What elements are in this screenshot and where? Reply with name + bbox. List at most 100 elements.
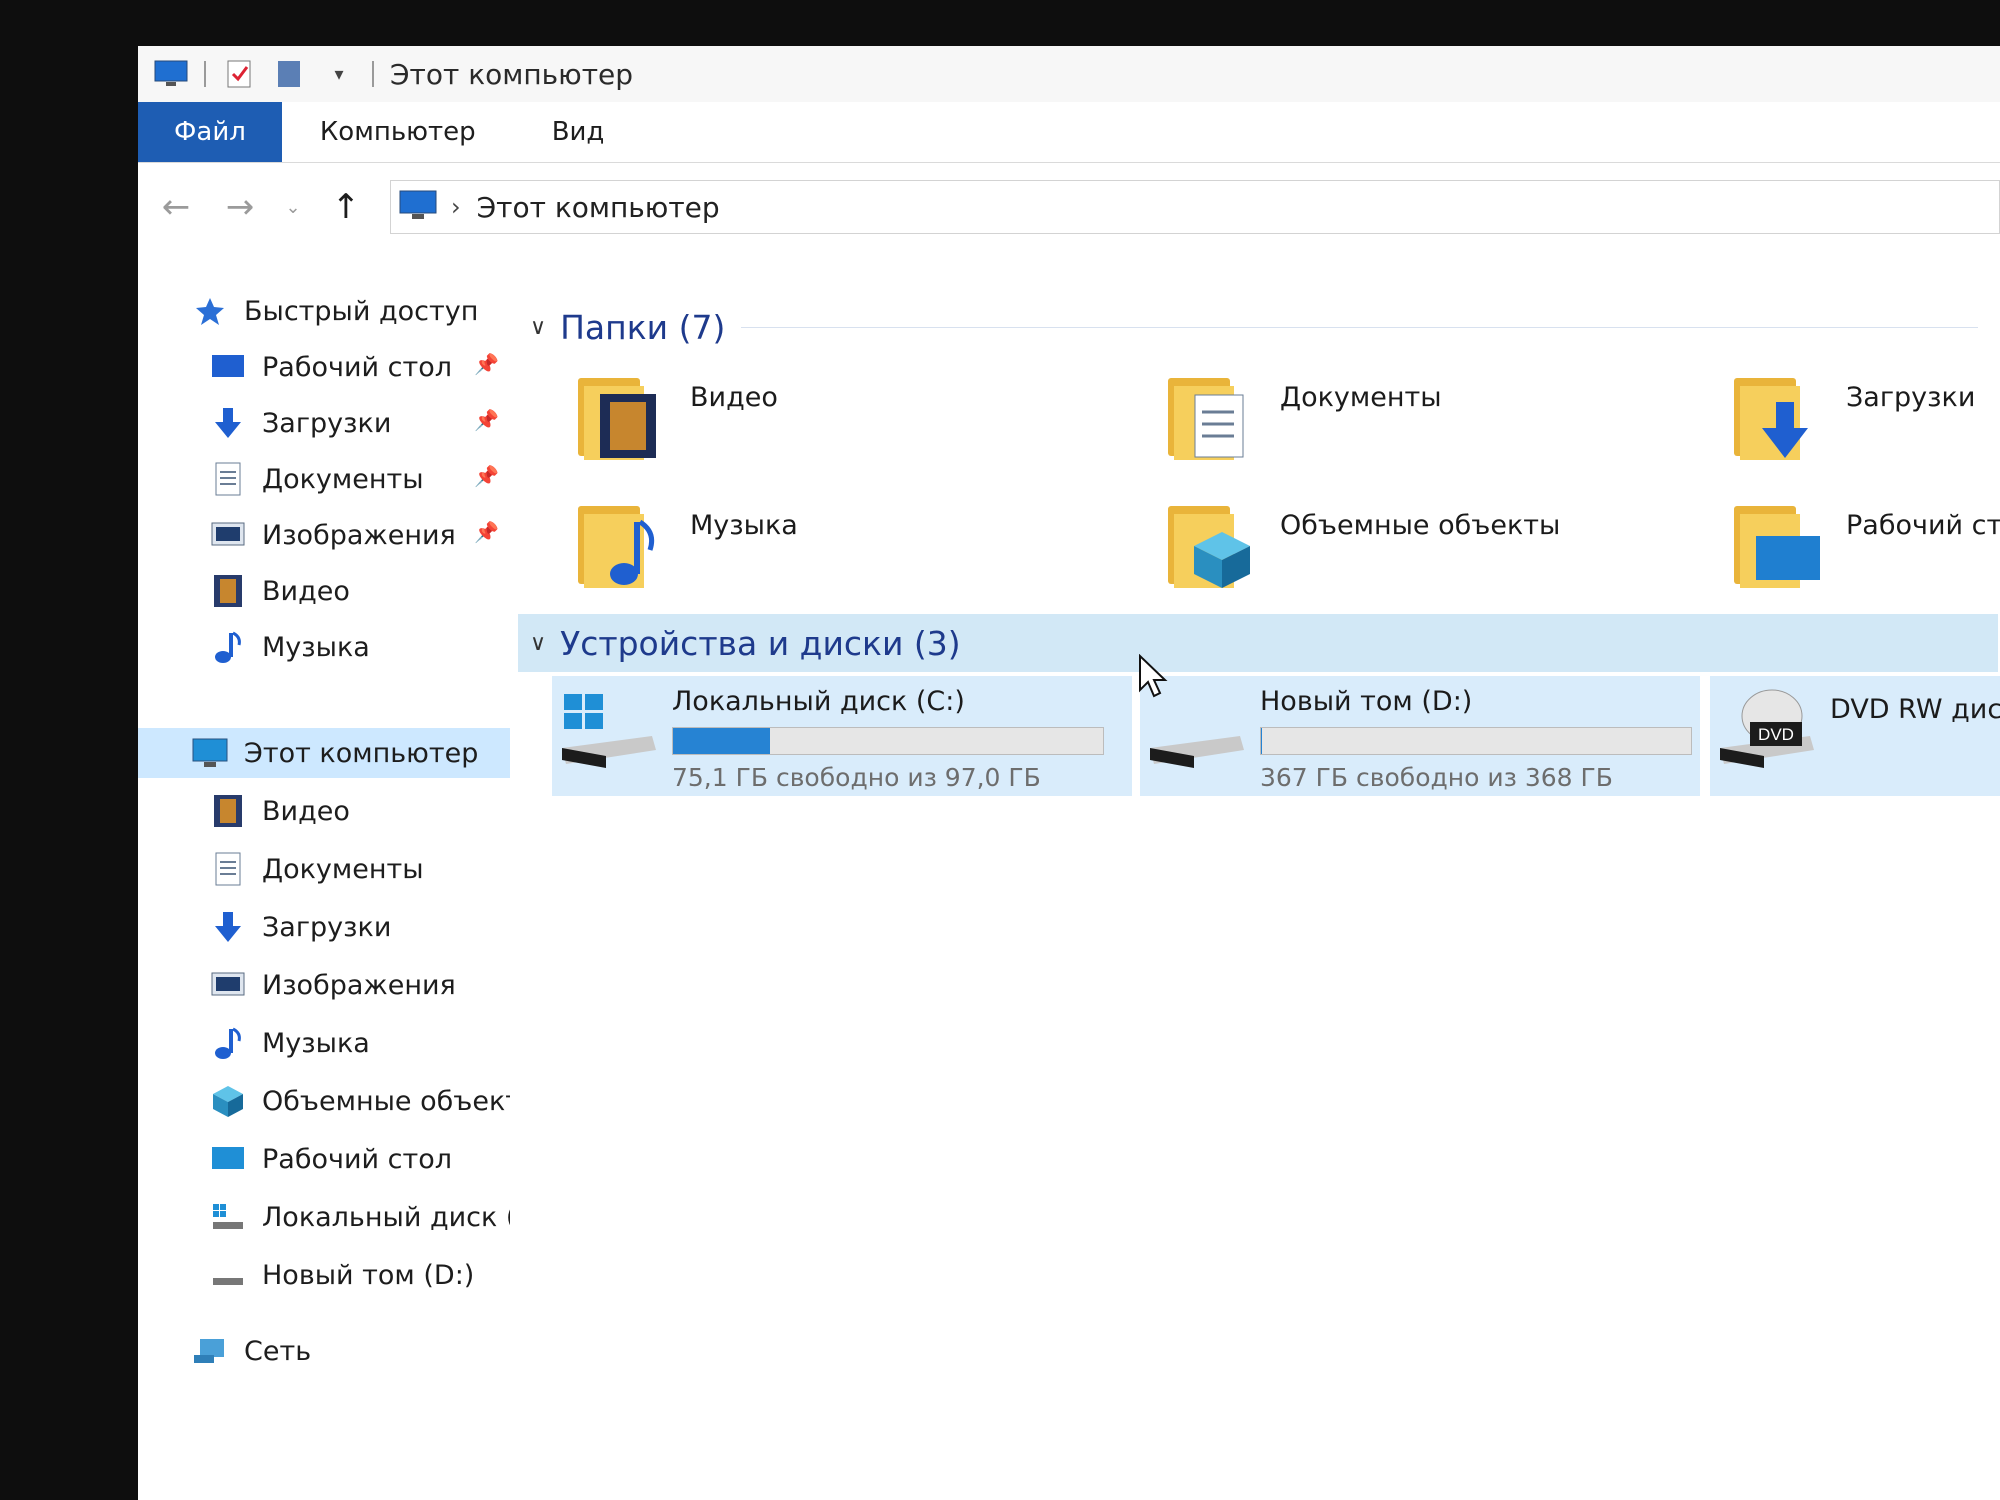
nav-quick-downloads[interactable]: Загрузки	[210, 398, 391, 448]
title-separator	[204, 61, 206, 87]
windows-drive-icon	[552, 676, 662, 776]
network-icon	[192, 1333, 228, 1369]
nav-item-label: Быстрый доступ	[244, 295, 479, 327]
folder-documents[interactable]: Документы	[1168, 372, 1442, 468]
tile-label: Объемные объекты	[1280, 510, 1561, 541]
computer-icon	[192, 735, 228, 771]
drive-name: Локальный диск (C:)	[672, 686, 965, 717]
breadcrumb-this-pc[interactable]: Этот компьютер	[477, 191, 720, 224]
folder-music[interactable]: Музыка	[578, 500, 798, 596]
drive-info: Локальный диск (C:) 75,1 ГБ свободно из …	[672, 676, 1104, 792]
tile-label: Загрузки	[1846, 382, 1976, 413]
nav-this-pc[interactable]: Этот компьютер	[138, 728, 510, 778]
computer-icon[interactable]	[154, 59, 188, 89]
document-folder-icon	[1168, 372, 1258, 468]
cube-folder-icon	[1168, 500, 1258, 596]
drive-name: DVD RW дисковод	[1830, 694, 2000, 725]
nav-item-label: Музыка	[262, 1027, 370, 1059]
drive-name: Новый том (D:)	[1260, 686, 1473, 717]
nav-pc-local-disk-c[interactable]: Локальный диск (C:)	[210, 1192, 510, 1242]
nav-pc-new-volume-d[interactable]: Новый том (D:)	[210, 1250, 474, 1300]
pin-icon[interactable]: 📌	[474, 408, 499, 432]
address-bar[interactable]: › Этот компьютер	[390, 180, 2000, 234]
devices-group-header[interactable]: ∨ Устройства и диски (3)	[518, 614, 1998, 672]
window-title: Этот компьютер	[390, 57, 634, 91]
new-folder-icon[interactable]	[272, 59, 306, 89]
nav-item-label: Сеть	[244, 1335, 312, 1367]
pin-icon[interactable]: 📌	[474, 352, 499, 376]
group-title: Устройства и диски (3)	[560, 623, 961, 663]
customize-toolbar-icon[interactable]: ▾	[322, 59, 356, 89]
up-arrow-icon[interactable]: ↑	[320, 181, 372, 233]
nav-quick-documents[interactable]: Документы	[210, 454, 424, 504]
picture-icon	[210, 967, 246, 1003]
tile-label: Рабочий стол	[1846, 510, 2000, 541]
tab-file[interactable]: Файл	[138, 102, 282, 162]
title-bar: ▾ Этот компьютер	[138, 46, 2000, 102]
download-arrow-icon	[210, 909, 246, 945]
download-folder-icon	[1734, 372, 1824, 468]
nav-item-label: Рабочий стол	[262, 1143, 452, 1175]
pin-icon[interactable]: 📌	[474, 464, 499, 488]
nav-item-label: Изображения	[262, 519, 456, 551]
film-icon	[210, 573, 246, 609]
nav-network[interactable]: Сеть	[192, 1326, 311, 1376]
group-title: Папки (7)	[560, 307, 726, 347]
properties-icon[interactable]	[222, 59, 256, 89]
breadcrumb-chevron-icon[interactable]: ›	[451, 193, 461, 221]
star-icon	[192, 293, 228, 329]
tab-view[interactable]: Вид	[514, 102, 643, 162]
document-icon	[210, 461, 246, 497]
nav-item-label: Загрузки	[262, 407, 392, 439]
drive-info: DVD RW дисковод	[1830, 676, 2000, 725]
picture-icon	[210, 517, 246, 553]
drive-new-volume-d[interactable]: Новый том (D:) 367 ГБ свободно из 368 ГБ	[1140, 676, 1700, 796]
nav-pc-3d-objects[interactable]: Объемные объекты	[210, 1076, 510, 1126]
folder-videos[interactable]: Видео	[578, 372, 778, 468]
nav-item-label: Загрузки	[262, 911, 392, 943]
recent-locations-chevron-icon[interactable]: ⌄	[278, 181, 308, 233]
windows-drive-icon	[210, 1199, 246, 1235]
forward-arrow-icon[interactable]: →	[214, 181, 266, 233]
drive-usage-fill	[673, 728, 771, 754]
nav-quick-videos[interactable]: Видео	[210, 566, 350, 616]
drive-info: Новый том (D:) 367 ГБ свободно из 368 ГБ	[1260, 676, 1692, 792]
mouse-cursor-icon	[1139, 654, 1168, 698]
navigation-pane: Быстрый доступ Рабочий стол 📌 Загрузки 📌…	[138, 286, 518, 1486]
dvd-drive-icon: DVD	[1710, 676, 1820, 776]
nav-pc-videos[interactable]: Видео	[210, 786, 350, 836]
nav-quick-access[interactable]: Быстрый доступ	[192, 286, 478, 336]
nav-item-label: Изображения	[262, 969, 456, 1001]
nav-quick-music[interactable]: Музыка	[210, 622, 370, 672]
folders-group-header[interactable]: ∨ Папки (7)	[518, 298, 1978, 356]
folder-3d-objects[interactable]: Объемные объекты	[1168, 500, 1560, 596]
nav-pc-music[interactable]: Музыка	[210, 1018, 370, 1068]
download-arrow-icon	[210, 405, 246, 441]
nav-quick-pictures[interactable]: Изображения	[210, 510, 456, 560]
drive-usage-fill	[1261, 728, 1263, 754]
music-folder-icon	[578, 500, 668, 596]
desktop-icon	[210, 1141, 246, 1177]
nav-pc-pictures[interactable]: Изображения	[210, 960, 456, 1010]
explorer-window: ▾ Этот компьютер Файл Компьютер Вид ← → …	[138, 46, 2000, 1500]
nav-pc-downloads[interactable]: Загрузки	[210, 902, 391, 952]
nav-item-label: Рабочий стол	[262, 351, 452, 383]
folder-desktop[interactable]: Рабочий стол	[1734, 500, 2000, 596]
group-divider	[741, 326, 1978, 328]
nav-pc-documents[interactable]: Документы	[210, 844, 424, 894]
computer-icon	[399, 189, 437, 225]
drive-dvd-rw[interactable]: DVD DVD RW дисковод	[1710, 676, 2000, 796]
nav-item-label: Новый том (D:)	[262, 1259, 475, 1291]
nav-pc-desktop[interactable]: Рабочий стол	[210, 1134, 452, 1184]
tab-computer[interactable]: Компьютер	[282, 102, 514, 162]
pin-icon[interactable]: 📌	[474, 520, 499, 544]
nav-item-label: Документы	[262, 463, 424, 495]
folder-downloads[interactable]: Загрузки	[1734, 372, 1975, 468]
cube-icon	[210, 1083, 246, 1119]
drive-free-space: 367 ГБ свободно из 368 ГБ	[1260, 763, 1613, 792]
chevron-down-icon: ∨	[530, 314, 547, 340]
drive-local-c[interactable]: Локальный диск (C:) 75,1 ГБ свободно из …	[552, 676, 1132, 796]
nav-item-label: Музыка	[262, 631, 370, 663]
nav-quick-desktop[interactable]: Рабочий стол	[210, 342, 452, 392]
back-arrow-icon[interactable]: ←	[150, 181, 202, 233]
